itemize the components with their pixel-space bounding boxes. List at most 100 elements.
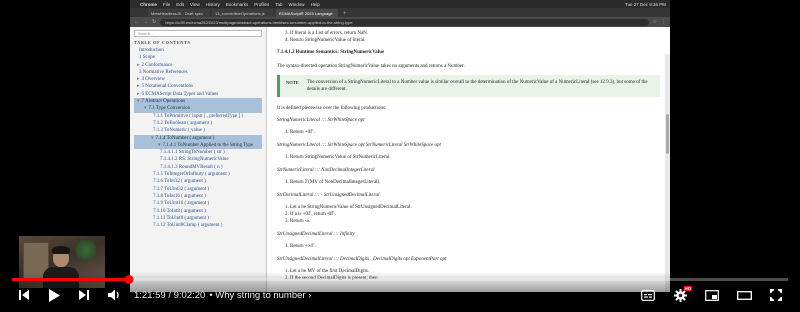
chapter-label: • Why string to number bbox=[209, 289, 306, 301]
address-bar: ← → ↻ https://tc39.es/ecma262/2023/multi… bbox=[130, 17, 670, 27]
player-controls: 1:21:59 / 9:02:20 • Why string to number… bbox=[0, 284, 800, 306]
chapter-title[interactable]: • Why string to number › bbox=[209, 290, 311, 301]
toc-item[interactable]: ▾ 7 Abstract Operations bbox=[134, 98, 262, 106]
menubar-item[interactable]: Help bbox=[311, 2, 320, 7]
toc-arrow-icon[interactable]: ▸ bbox=[137, 77, 140, 82]
menubar-item[interactable]: History bbox=[206, 2, 220, 7]
section-title: 7.1.4.1.2 Runtime Semantics: StringNumer… bbox=[277, 50, 385, 55]
toc-item[interactable]: ▸ 6 ECMAScript Data Types and Values bbox=[134, 91, 262, 98]
toc-item[interactable]: 7.1.10 ToInt8 ( argument ) bbox=[134, 208, 262, 215]
previous-button[interactable] bbox=[12, 285, 36, 305]
toc-arrow-icon[interactable]: ▾ bbox=[158, 143, 161, 148]
toc-item[interactable]: Introduction bbox=[134, 47, 262, 54]
reload-icon[interactable]: ↻ bbox=[152, 19, 156, 25]
menubar-item[interactable]: Bookmarks bbox=[226, 2, 249, 7]
menubar-item[interactable]: Window bbox=[289, 2, 305, 7]
toc-arrow-icon[interactable]: ▾ bbox=[144, 106, 147, 111]
algorithm-step: 3. Return -a. bbox=[285, 219, 310, 224]
toc-item-label: Introduction bbox=[139, 48, 164, 53]
toc-item-label: 5 Notational Conventions bbox=[141, 84, 193, 90]
toc-arrow-icon[interactable]: ▸ bbox=[137, 84, 140, 89]
browser-tab[interactable]: MetaHeadlessJS · Draft spec bbox=[148, 9, 210, 17]
menubar-item[interactable]: Tab bbox=[275, 2, 282, 7]
toc-item[interactable]: ▾ 7.1.4 ToNumber ( argument ) bbox=[134, 134, 262, 142]
toc-item[interactable]: 7.1.9 ToUint16 ( argument ) bbox=[134, 200, 262, 207]
duration: 9:02:20 bbox=[173, 289, 206, 301]
page-scrollbar[interactable] bbox=[665, 54, 670, 292]
toc-item[interactable]: ▸ 4 Overview bbox=[134, 76, 262, 83]
star-icon[interactable]: ☆ bbox=[653, 19, 657, 25]
toc-item[interactable]: 7.1.4.1.1 StringToNumber ( str ) bbox=[134, 149, 262, 156]
toc-item[interactable]: ▾ 7.1.4.1 ToNumber Applied to the String … bbox=[134, 141, 262, 150]
toc-item[interactable]: 3 Normative References bbox=[134, 69, 262, 76]
toc-item[interactable]: 7.1.3 ToNumeric ( value ) bbox=[134, 127, 262, 134]
url-input[interactable]: https://tc39.es/ecma262/2023/multipage/a… bbox=[160, 18, 649, 26]
toc-item[interactable]: 7.1.12 ToUint8Clamp ( argument ) bbox=[134, 222, 262, 229]
next-button[interactable] bbox=[72, 285, 96, 305]
miniplayer-button[interactable] bbox=[700, 285, 724, 305]
subtitles-button[interactable] bbox=[636, 285, 660, 305]
forward-icon[interactable]: → bbox=[143, 19, 148, 25]
next-icon bbox=[79, 290, 89, 300]
toc-item-label: 7.1.12 ToUint8Clamp ( argument ) bbox=[153, 223, 223, 229]
toc-item-label: 7.1.9 ToUint16 ( argument ) bbox=[153, 201, 210, 207]
toc-item[interactable]: ▾ 7.1 Type Conversion bbox=[134, 105, 262, 113]
toc-item[interactable]: ▸ 5 Notational Conventions bbox=[134, 83, 262, 90]
back-icon[interactable]: ← bbox=[134, 19, 139, 25]
toc-search-input[interactable]: Search... bbox=[134, 30, 262, 37]
video-frame[interactable]: Chrome File Edit View History Bookmarks Profi… bbox=[130, 0, 670, 292]
theater-mode-button[interactable] bbox=[732, 285, 756, 305]
algorithm-step: 1. Return +∞𝔽. bbox=[285, 244, 316, 249]
menubar-item[interactable]: File bbox=[163, 2, 170, 7]
menubar-item[interactable]: View bbox=[190, 2, 200, 7]
toc-item-label: 7.1.4.1.1 StringToNumber ( str ) bbox=[160, 150, 225, 156]
toc-item-label: 7.1.8 ToInt16 ( argument ) bbox=[153, 193, 206, 199]
toc-item-label: 4 Overview bbox=[141, 77, 165, 83]
toc-item[interactable]: 1 Scope bbox=[134, 54, 262, 61]
spec-content: 3. If literal is a List of errors, retur… bbox=[267, 27, 670, 292]
toc-item[interactable]: 7.1.1 ToPrimitive ( input [ , preferredT… bbox=[134, 113, 262, 120]
toc-arrow-icon[interactable]: ▸ bbox=[137, 92, 140, 97]
toc-item[interactable]: 7.1.11 ToUint8 ( argument ) bbox=[134, 215, 262, 222]
played-bar bbox=[12, 278, 130, 281]
toc-item[interactable]: 7.1.6 ToInt32 ( argument ) bbox=[134, 178, 262, 185]
menubar-item[interactable]: Edit bbox=[176, 2, 184, 7]
browser-tab-bar: MetaHeadlessJS · Draft spec 13_convertib… bbox=[130, 8, 670, 17]
time-display: 1:21:59 / 9:02:20 bbox=[134, 290, 205, 301]
algorithm-step: 1. Let a be StringNumericValue of StrUns… bbox=[285, 205, 412, 210]
toc-item[interactable]: ▸ 2 Conformance bbox=[134, 62, 262, 69]
theater-icon bbox=[736, 290, 752, 300]
browser-tab-active[interactable]: ECMAScript® 2023 Language bbox=[276, 9, 338, 17]
note-text: The conversion of a StringNumericLiteral… bbox=[306, 80, 648, 92]
browser-tab[interactable]: 13_convertibleOperations.js bbox=[212, 9, 274, 17]
time-separator: / bbox=[168, 289, 171, 301]
toc-heading: TABLE OF CONTENTS bbox=[134, 40, 191, 45]
new-tab-icon[interactable]: + bbox=[340, 11, 350, 17]
toc-arrow-icon[interactable]: ▾ bbox=[151, 136, 154, 141]
toc-item-label: 7.1.3 ToNumeric ( value ) bbox=[153, 128, 205, 134]
menu-dots-icon[interactable]: ⋮ bbox=[661, 19, 666, 25]
menubar-clock: Tue 27 Dec 9:36 PM bbox=[624, 1, 666, 7]
toc-item[interactable]: 7.1.5 ToIntegerOrInfinity ( argument ) bbox=[134, 171, 262, 178]
toc-item[interactable]: 7.1.8 ToInt16 ( argument ) bbox=[134, 193, 262, 200]
toc-item-label: 1 Scope bbox=[139, 55, 155, 61]
toc-arrow-icon[interactable]: ▾ bbox=[137, 99, 140, 104]
grammar-production: StringNumericLiteral ::: StrWhiteSpace o… bbox=[277, 118, 365, 123]
production-list: StringNumericLiteral ::: StrWhiteSpace o… bbox=[277, 117, 660, 282]
toc-item[interactable]: 7.1.2 ToBoolean ( argument ) bbox=[134, 120, 262, 127]
volume-button[interactable] bbox=[102, 285, 126, 305]
video-player[interactable]: Chrome File Edit View History Bookmarks Profi… bbox=[0, 0, 800, 312]
toc-item-label: 7 Abstract Operations bbox=[141, 99, 186, 105]
play-button[interactable] bbox=[42, 285, 66, 305]
toc-item[interactable]: 7.1.4.1.3 RoundMVResult ( n ) bbox=[134, 164, 262, 171]
previous-icon bbox=[19, 290, 29, 300]
toc-arrow-icon[interactable]: ▸ bbox=[137, 63, 140, 68]
scrubber-handle[interactable] bbox=[124, 275, 134, 284]
settings-button[interactable]: HD bbox=[668, 285, 692, 305]
scrollbar-thumb[interactable] bbox=[666, 114, 669, 154]
toc-item[interactable]: 7.1.4.1.2 RS: StringNumericValue bbox=[134, 156, 262, 163]
progress-bar[interactable] bbox=[12, 275, 788, 284]
fullscreen-button[interactable] bbox=[764, 285, 788, 305]
menubar-item[interactable]: Profiles bbox=[254, 2, 269, 7]
toc-item[interactable]: 7.1.7 ToUint32 ( argument ) bbox=[134, 186, 262, 193]
